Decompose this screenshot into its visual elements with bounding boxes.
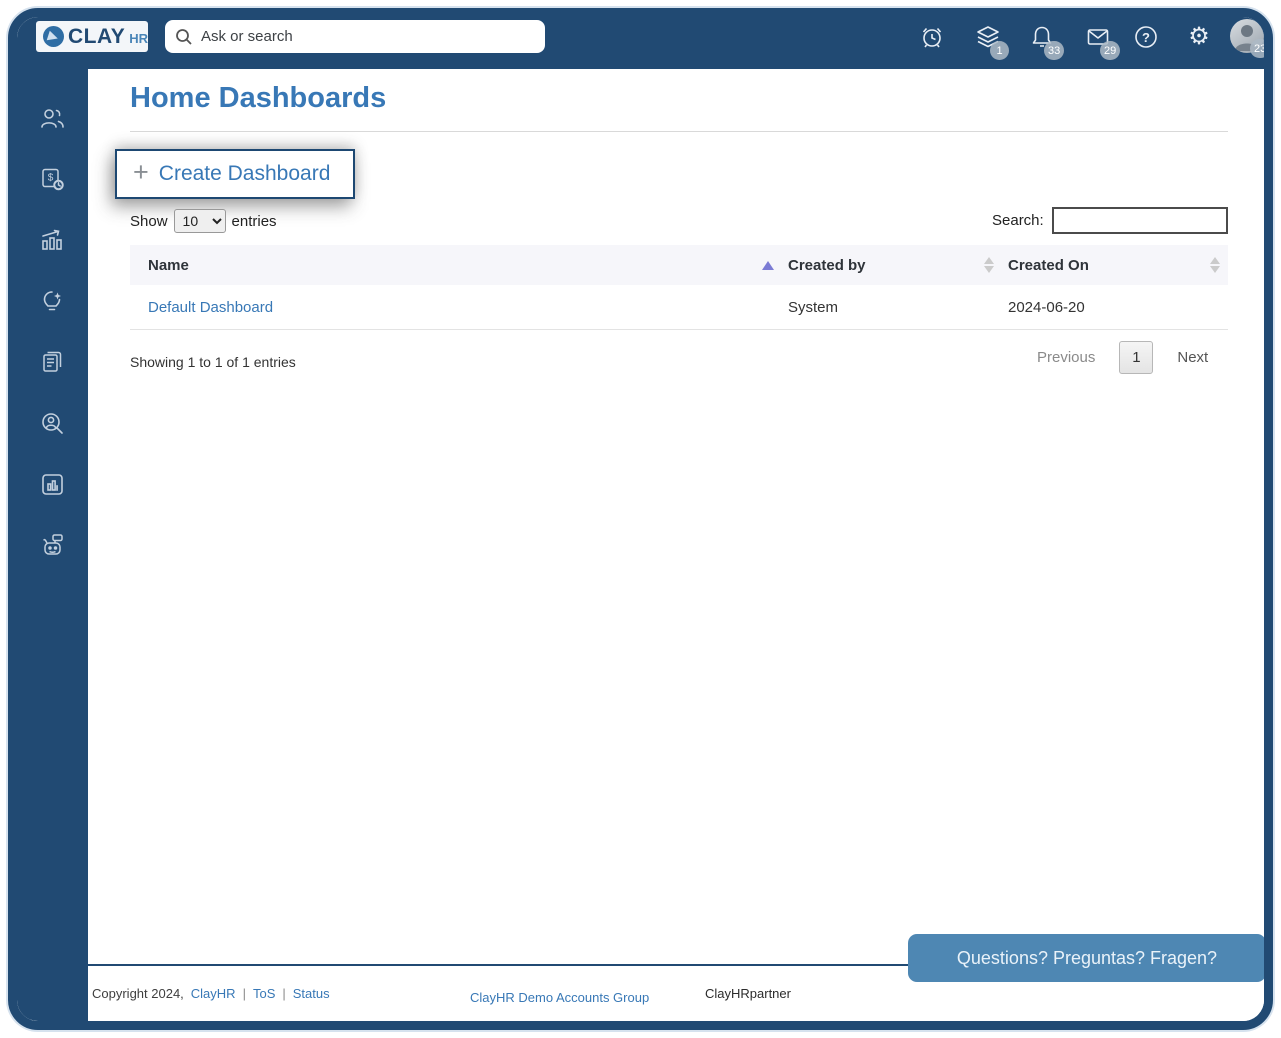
clayhr-logo[interactable]: CLAY HR xyxy=(36,21,148,52)
sidebar-item-people-search-icon[interactable] xyxy=(39,410,66,437)
sidebar-item-ideas-icon[interactable] xyxy=(39,288,66,315)
logo-text: CLAY xyxy=(68,24,126,48)
dashboard-link[interactable]: Default Dashboard xyxy=(148,299,273,316)
footer: Copyright 2024, ClayHR | ToS | Status Cl… xyxy=(88,934,1264,1021)
sort-both-icon[interactable] xyxy=(1210,257,1220,273)
sort-both-icon[interactable] xyxy=(984,257,994,273)
footer-link-tos[interactable]: ToS xyxy=(253,986,275,1001)
sidebar-item-reports-icon[interactable] xyxy=(39,471,66,498)
show-label: Show xyxy=(130,212,168,230)
sidebar-item-assistant-bot-icon[interactable] xyxy=(39,532,66,559)
page-size-select[interactable]: 10 xyxy=(173,209,226,233)
svg-text:$: $ xyxy=(48,173,54,184)
questions-help-button[interactable]: Questions? Preguntas? Fragen? xyxy=(908,934,1264,982)
page-number-button[interactable]: 1 xyxy=(1119,341,1154,374)
sidebar-item-documents-icon[interactable] xyxy=(39,349,66,376)
global-search[interactable] xyxy=(165,20,545,53)
search-icon xyxy=(176,28,192,45)
alarm-clock-icon[interactable] xyxy=(919,24,945,50)
show-entries-control: Show 10 entries xyxy=(130,209,277,233)
stack-badge: 1 xyxy=(990,41,1009,60)
created-on-value: 2024-06-20 xyxy=(1008,298,1085,316)
clayhr-logo-icon xyxy=(43,26,64,47)
previous-page-button[interactable]: Previous xyxy=(1037,349,1095,366)
help-icon[interactable]: ? xyxy=(1133,24,1159,50)
footer-link-status[interactable]: Status xyxy=(293,986,330,1001)
table-search-input[interactable] xyxy=(1051,207,1228,234)
title-divider xyxy=(130,131,1228,132)
header-created-on[interactable]: Created On xyxy=(1008,257,1228,274)
notifications-bell-icon[interactable]: 33 xyxy=(1029,24,1065,60)
plus-icon: + xyxy=(133,157,149,187)
create-dashboard-button[interactable]: + Create Dashboard xyxy=(115,149,355,199)
header-name[interactable]: Name xyxy=(130,257,788,274)
messages-badge: 29 xyxy=(1100,41,1121,60)
table-search-control: Search: xyxy=(992,207,1228,234)
notifications-badge: 33 xyxy=(1044,41,1065,60)
sidebar-item-payroll-icon[interactable]: $ xyxy=(39,166,66,193)
settings-gear-icon[interactable]: ⚙ xyxy=(1186,24,1212,50)
footer-copyright: Copyright 2024, ClayHR | ToS | Status xyxy=(92,986,330,1001)
sidebar-item-performance-icon[interactable] xyxy=(39,227,66,254)
sort-ascending-icon[interactable] xyxy=(762,260,774,270)
next-page-button[interactable]: Next xyxy=(1177,349,1208,366)
dashboards-table: Name Created by Created On Default Dashb… xyxy=(130,245,1228,330)
created-by-value: System xyxy=(788,298,839,316)
page-title: Home Dashboards xyxy=(130,82,387,114)
table-summary: Showing 1 to 1 of 1 entries xyxy=(130,354,296,370)
table-header-row: Name Created by Created On xyxy=(130,245,1228,285)
logo-suffix: HR xyxy=(129,31,149,46)
stack-layers-icon[interactable]: 1 xyxy=(975,24,1009,60)
avatar-badge: 23 xyxy=(1250,39,1264,58)
sidebar-item-people-icon[interactable] xyxy=(39,105,66,132)
table-row: Default Dashboard System 2024-06-20 xyxy=(130,285,1228,330)
topbar: CLAY HR 1 xyxy=(17,17,1264,69)
table-search-label: Search: xyxy=(992,212,1044,229)
footer-demo-accounts-link[interactable]: ClayHR Demo Accounts Group xyxy=(470,990,649,1005)
footer-partner-label: ClayHRpartner xyxy=(705,986,791,1001)
global-search-input[interactable] xyxy=(201,28,535,45)
svg-text:?: ? xyxy=(1142,30,1150,45)
sidebar: $ xyxy=(17,69,88,1021)
messages-envelope-icon[interactable]: 29 xyxy=(1085,24,1121,60)
entries-label: entries xyxy=(231,212,277,230)
pagination: Previous 1 Next xyxy=(1037,341,1208,374)
footer-link-clayhr[interactable]: ClayHR xyxy=(191,986,236,1001)
app-window: CLAY HR 1 xyxy=(8,8,1273,1030)
main-content: Home Dashboards + Create Dashboard Show … xyxy=(88,69,1264,1021)
header-created-by[interactable]: Created by xyxy=(788,257,1008,274)
